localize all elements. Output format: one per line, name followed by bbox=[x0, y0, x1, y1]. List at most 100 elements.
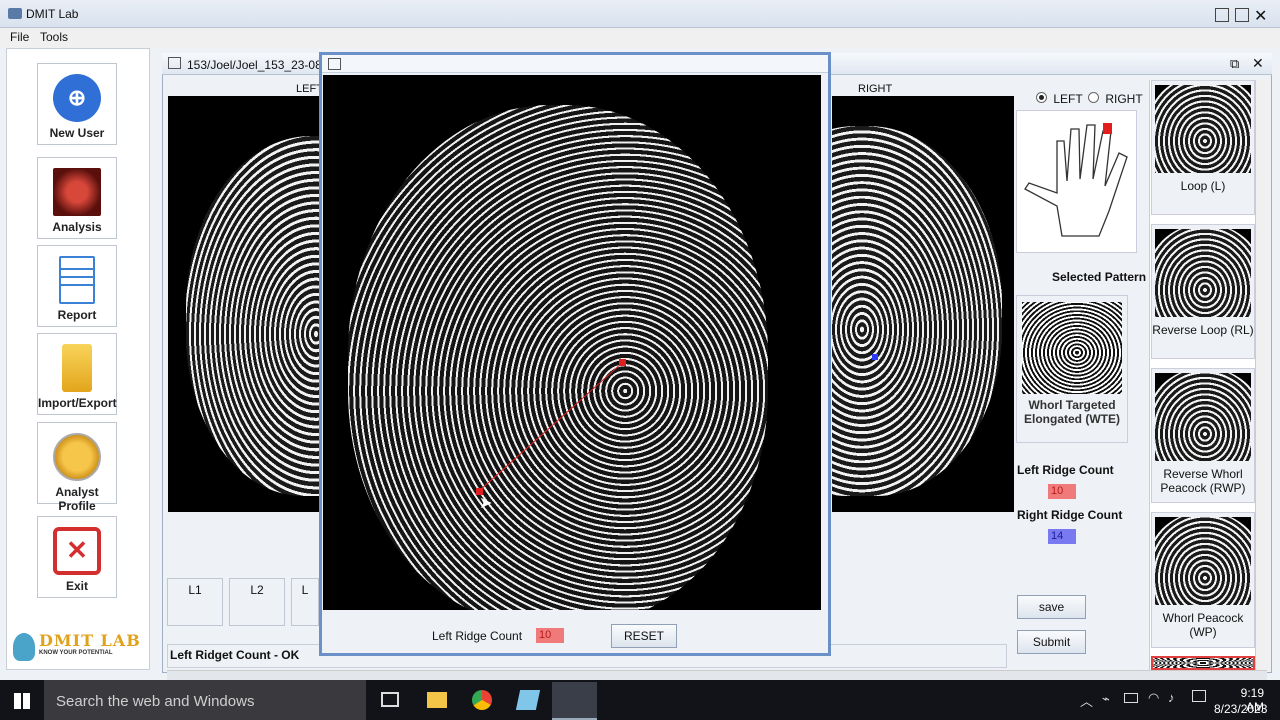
analysis-button[interactable]: Analysis bbox=[37, 157, 117, 239]
menu-bar: File Tools bbox=[0, 28, 1280, 48]
pattern-label-whorl-peacock: Whorl Peacock (WP) bbox=[1162, 611, 1244, 639]
pattern-label-reverse-loop: Reverse Loop (RL) bbox=[1152, 323, 1254, 337]
analysis-label: Analysis bbox=[52, 220, 102, 234]
window-close-icon[interactable]: ✕ bbox=[1252, 55, 1264, 72]
maximize-icon[interactable] bbox=[1235, 8, 1249, 22]
pattern-card-loop[interactable]: Loop (L) bbox=[1151, 80, 1255, 215]
selected-pattern-card: Whorl Targeted Elongated (WTE) bbox=[1016, 295, 1128, 443]
chrome-icon[interactable] bbox=[472, 690, 492, 710]
finger-box-l3[interactable]: L bbox=[291, 578, 319, 626]
pattern-card-reverse-loop[interactable]: Reverse Loop (RL) bbox=[1151, 224, 1255, 359]
import-export-button[interactable]: Import/Export bbox=[37, 333, 117, 415]
app-title: DMIT Lab bbox=[26, 7, 79, 21]
hand-diagram bbox=[1016, 110, 1137, 253]
pattern-image-loop bbox=[1155, 85, 1251, 173]
right-radio[interactable] bbox=[1088, 92, 1099, 103]
left-fingerprint-panel[interactable] bbox=[168, 96, 320, 512]
window-icon bbox=[168, 57, 181, 69]
windows-start-icon[interactable] bbox=[14, 693, 30, 709]
analyst-profile-label: Analyst Profile bbox=[55, 485, 99, 513]
task-view-icon[interactable] bbox=[381, 692, 399, 707]
report-button[interactable]: Report bbox=[37, 245, 117, 327]
zoom-fingerprint-image[interactable]: ➤ bbox=[323, 75, 821, 610]
left-radio-label: LEFT bbox=[1053, 92, 1083, 106]
report-label: Report bbox=[57, 308, 97, 322]
analyst-profile-icon bbox=[53, 433, 101, 481]
wifi-icon[interactable]: ◠ bbox=[1148, 690, 1159, 706]
pattern-card-reverse-whorl-peacock[interactable]: Reverse Whorl Peacock (RWP) bbox=[1151, 368, 1255, 503]
left-ridge-count-label: Left Ridge Count bbox=[1017, 463, 1114, 477]
battery-icon[interactable] bbox=[1124, 693, 1138, 703]
menu-file[interactable]: File bbox=[10, 30, 29, 44]
save-button[interactable]: save bbox=[1017, 595, 1086, 619]
import-export-label: Import/Export bbox=[38, 396, 117, 410]
finger-box-l1[interactable]: L1 bbox=[167, 578, 223, 626]
taskbar-search[interactable]: Search the web and Windows bbox=[44, 680, 366, 720]
exit-icon: ✕ bbox=[53, 527, 101, 575]
pattern-card-whorl-peacock[interactable]: Whorl Peacock (WP) bbox=[1151, 512, 1255, 648]
dmit-app-taskbar-icon[interactable] bbox=[552, 682, 597, 720]
fingerprint-scan-icon bbox=[53, 168, 101, 216]
brand-logo: DMIT LAB KNOW YOUR POTENTIAL bbox=[11, 631, 147, 665]
pattern-card-partial[interactable] bbox=[1151, 656, 1255, 670]
pattern-label-loop: Loop (L) bbox=[1180, 179, 1226, 193]
left-ridge-count-field[interactable]: 10 bbox=[1048, 484, 1076, 499]
selected-pattern-image bbox=[1022, 302, 1122, 394]
reset-button[interactable]: RESET bbox=[611, 624, 677, 648]
ridge-count-line bbox=[476, 359, 626, 495]
minimize-icon[interactable] bbox=[1215, 8, 1229, 22]
exit-button[interactable]: ✕ Exit bbox=[37, 516, 117, 598]
horizontal-scrollbar[interactable] bbox=[167, 670, 1267, 680]
pattern-label-reverse-whorl-peacock: Reverse Whorl Peacock (RWP) bbox=[1160, 467, 1246, 495]
network-icon[interactable]: ⌁ bbox=[1102, 691, 1110, 707]
add-user-icon: ⊕ bbox=[53, 74, 101, 122]
folder-icon bbox=[62, 344, 92, 392]
right-ridge-count-field[interactable]: 14 bbox=[1048, 529, 1076, 544]
sidebar: ⊕ New User Analysis Report Import/Export… bbox=[6, 48, 150, 670]
zoom-popup-titlebar bbox=[322, 55, 828, 73]
logo-brand: DMIT LAB bbox=[39, 631, 141, 650]
analyst-profile-button[interactable]: Analyst Profile bbox=[37, 422, 117, 513]
right-ridge-count-label: Right Ridge Count bbox=[1017, 508, 1123, 522]
pattern-scrollbar[interactable] bbox=[1255, 80, 1269, 670]
file-explorer-icon[interactable] bbox=[427, 692, 447, 708]
selected-pattern-name: Whorl Targeted Elongated (WTE) bbox=[1024, 398, 1120, 426]
left-hand-option[interactable]: LEFT bbox=[1036, 92, 1083, 106]
pattern-image-whorl-peacock bbox=[1155, 517, 1251, 605]
title-bar bbox=[0, 0, 1280, 28]
logo-head-icon bbox=[13, 633, 35, 661]
mouse-cursor-icon: ➤ bbox=[479, 495, 493, 512]
menu-tools[interactable]: Tools bbox=[40, 30, 68, 44]
right-fingerprint-panel[interactable] bbox=[832, 96, 1014, 512]
selected-pattern-heading: Selected Pattern bbox=[1052, 270, 1147, 284]
status-text: Left Ridget Count - OK bbox=[170, 648, 300, 662]
volume-icon[interactable]: ♪ bbox=[1168, 690, 1175, 705]
left-radio[interactable] bbox=[1036, 92, 1047, 103]
hand-icon bbox=[1024, 123, 1128, 237]
right-header: RIGHT bbox=[858, 83, 893, 95]
app-pinned-icon[interactable] bbox=[515, 690, 541, 710]
popup-ridge-count-field[interactable]: 10 bbox=[536, 628, 564, 643]
pattern-image-reverse-loop bbox=[1155, 229, 1251, 317]
analysis-window-title: 153/Joel/Joel_153_23-08 bbox=[187, 58, 322, 72]
clock-date: 8/23/2023 bbox=[1214, 702, 1268, 716]
exit-label: Exit bbox=[65, 579, 88, 593]
right-ridge-marker bbox=[872, 354, 878, 360]
finger-box-l2[interactable]: L2 bbox=[229, 578, 285, 626]
new-user-label: New User bbox=[49, 126, 105, 140]
right-radio-label: RIGHT bbox=[1105, 92, 1143, 106]
close-icon[interactable]: ✕ bbox=[1254, 6, 1267, 26]
notifications-icon[interactable] bbox=[1192, 690, 1206, 702]
app-icon bbox=[8, 8, 22, 19]
zoom-popup-icon bbox=[328, 58, 341, 70]
right-hand-option[interactable]: RIGHT bbox=[1088, 92, 1143, 106]
tray-chevron-icon[interactable]: ︿ bbox=[1080, 691, 1093, 710]
popup-ridge-count-label: Left Ridge Count bbox=[432, 629, 523, 643]
logo-tagline: KNOW YOUR POTENTIAL bbox=[39, 650, 113, 656]
new-user-button[interactable]: ⊕ New User bbox=[37, 63, 117, 145]
submit-button[interactable]: Submit bbox=[1017, 630, 1086, 654]
restore-icon[interactable]: ⧉ bbox=[1230, 56, 1239, 72]
core-marker[interactable] bbox=[619, 359, 626, 366]
document-icon bbox=[59, 256, 95, 304]
pattern-image-reverse-whorl-peacock bbox=[1155, 373, 1251, 461]
